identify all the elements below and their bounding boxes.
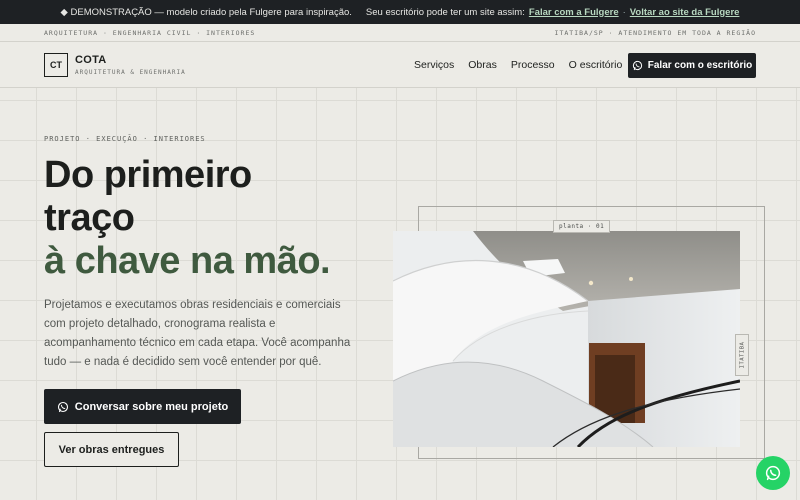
- talk-about-project-button[interactable]: Conversar sobre meu projeto: [44, 389, 241, 424]
- architecture-illustration: [393, 231, 740, 447]
- hero-title-line-2: traço: [44, 197, 135, 239]
- hero-eyebrow: PROJETO · EXECUÇÃO · INTERIORES: [44, 135, 206, 143]
- whatsapp-float-button[interactable]: [756, 456, 790, 490]
- site-header: CT COTA ARQUITETURA & ENGENHARIA Serviço…: [0, 42, 800, 88]
- photo-side-tag-label: ITATIBA: [739, 341, 745, 369]
- nav-escritorio[interactable]: O escritório: [569, 59, 623, 71]
- demo-banner: ◆ DEMONSTRAÇÃO — modelo criado pela Fulg…: [0, 0, 800, 24]
- nav-processo[interactable]: Processo: [511, 59, 555, 71]
- brand-name: COTA: [75, 54, 107, 66]
- info-bar-location: ITATIBA/SP · ATENDIMENTO EM TODA A REGIÃ…: [554, 28, 756, 37]
- info-bar-services: ARQUITETURA · ENGENHARIA CIVIL · INTERIO…: [44, 28, 256, 37]
- nav-servicos[interactable]: Serviços: [414, 59, 454, 71]
- main-nav: Serviços Obras Processo O escritório: [414, 59, 622, 71]
- fulgere-contact-link[interactable]: Falar com a Fulgere: [529, 7, 619, 18]
- fulgere-back-link[interactable]: Voltar ao site da Fulgere: [630, 7, 740, 18]
- demo-banner-dot: ·: [622, 6, 626, 18]
- hero-architecture-photo: [393, 231, 740, 447]
- header-contact-button[interactable]: Falar com o escritório: [628, 53, 756, 78]
- hero-title-line-3: à chave na mão.: [44, 240, 331, 282]
- info-bar: ARQUITETURA · ENGENHARIA CIVIL · INTERIO…: [0, 24, 800, 42]
- demo-banner-middle: Seu escritório pode ter um site assim:: [365, 6, 525, 18]
- brand[interactable]: COTA ARQUITETURA & ENGENHARIA: [75, 54, 186, 76]
- nav-obras[interactable]: Obras: [468, 59, 497, 71]
- hero-description: Projetamos e executamos obras residencia…: [44, 299, 351, 368]
- view-delivered-works-button[interactable]: Ver obras entregues: [44, 432, 179, 467]
- whatsapp-icon: [632, 60, 642, 71]
- demo-banner-prefix: ◆ DEMONSTRAÇÃO — modelo criado pela Fulg…: [60, 6, 352, 18]
- talk-about-project-label: Conversar sobre meu projeto: [74, 400, 229, 413]
- hero-title-line-1: Do primeiro: [44, 154, 252, 196]
- whatsapp-icon: [765, 465, 781, 481]
- brand-subtitle: ARQUITETURA & ENGENHARIA: [75, 69, 186, 76]
- photo-plan-tag: planta · 01: [553, 220, 611, 233]
- photo-side-tag: ITATIBA: [735, 334, 749, 376]
- hero-title: Do primeiro traço à chave na mão.: [44, 154, 331, 283]
- header-contact-label: Falar com o escritório: [647, 60, 753, 71]
- logo-mark[interactable]: CT: [44, 53, 68, 77]
- whatsapp-icon: [57, 401, 68, 412]
